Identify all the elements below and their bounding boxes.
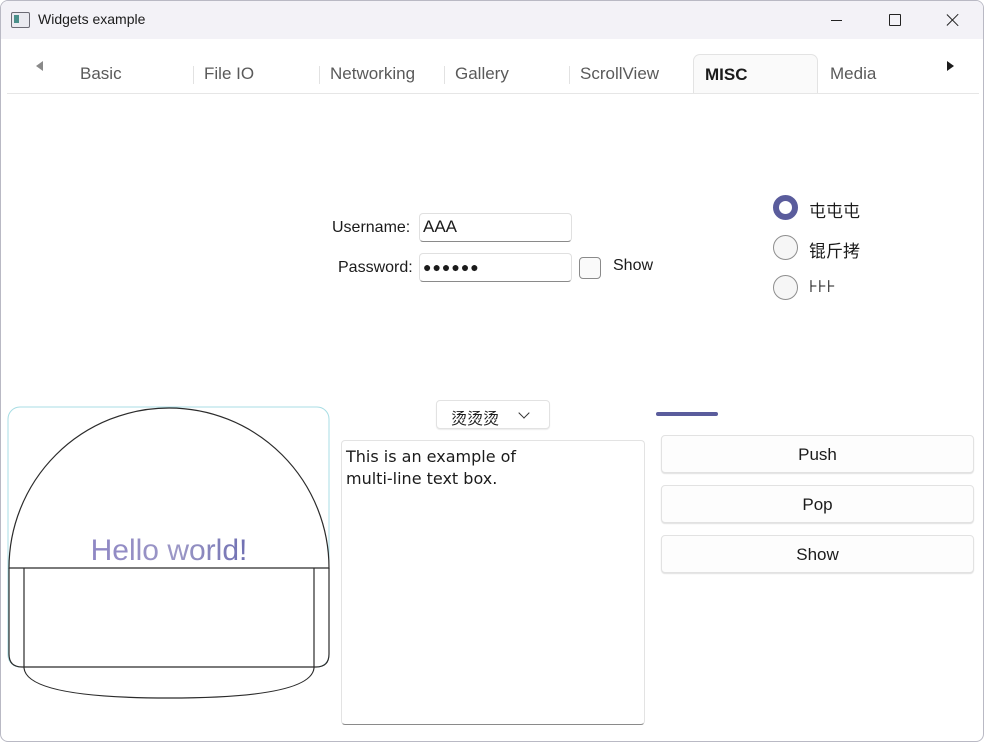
- chevron-down-icon: [518, 407, 530, 419]
- password-label: Password:: [338, 259, 413, 276]
- close-icon: [946, 13, 960, 27]
- app-icon: [11, 12, 30, 28]
- combobox-value: 烫烫烫: [451, 409, 500, 428]
- radio-option-3[interactable]: [773, 275, 798, 300]
- progress-bar: [656, 412, 968, 416]
- password-value: ●●●●●●: [423, 259, 480, 275]
- tab-bar: Basic File IO Networking Gallery ScrollV…: [7, 39, 979, 94]
- progress-fill: [656, 412, 719, 416]
- radio-option-2-label: 锟斤拷: [809, 242, 860, 262]
- tab-basic[interactable]: Basic: [69, 54, 194, 93]
- username-value: AAA: [423, 217, 458, 236]
- canvas-body: [8, 568, 330, 668]
- tab-scroll-right-button[interactable]: [938, 39, 962, 93]
- canvas-inner-body: [23, 568, 315, 699]
- maximize-icon: [889, 14, 901, 26]
- arrow-left-icon: [35, 61, 43, 71]
- multiline-textbox[interactable]: This is an example of multi-line text bo…: [341, 440, 645, 725]
- minimize-icon: [830, 19, 842, 21]
- tab-scrollview[interactable]: ScrollView: [569, 54, 694, 93]
- radio-option-1[interactable]: [773, 195, 798, 220]
- tab-misc[interactable]: MISC: [693, 54, 818, 93]
- tab-networking[interactable]: Networking: [319, 54, 444, 93]
- close-button[interactable]: [924, 1, 982, 39]
- push-button[interactable]: Push: [661, 435, 974, 473]
- show-password-label: Show: [613, 257, 654, 274]
- username-label: Username:: [332, 219, 411, 236]
- tab-file-io[interactable]: File IO: [193, 54, 318, 93]
- radio-option-1-label: 屯屯屯: [809, 202, 860, 222]
- radio-option-3-label: ⊦⊦⊦: [809, 277, 836, 297]
- username-input[interactable]: AAA: [419, 213, 572, 242]
- hello-text: Hello world!: [91, 534, 248, 567]
- show-password-checkbox[interactable]: [579, 257, 601, 279]
- app-window: Widgets example Basic File IO Networking…: [0, 0, 984, 742]
- maximize-button[interactable]: [866, 1, 924, 39]
- tab-scroll-left-button[interactable]: [27, 39, 51, 93]
- window-title: Widgets example: [38, 11, 146, 27]
- minimize-button[interactable]: [807, 1, 865, 39]
- show-button[interactable]: Show: [661, 535, 974, 573]
- arrow-right-icon: [946, 61, 954, 71]
- charset-combobox[interactable]: 烫烫烫: [436, 400, 550, 429]
- password-input[interactable]: ●●●●●●: [419, 253, 572, 282]
- drawing-canvas: Hello world!: [7, 406, 331, 700]
- tab-gallery[interactable]: Gallery: [444, 54, 569, 93]
- title-bar[interactable]: Widgets example: [1, 1, 983, 39]
- canvas-drawing: Hello world!: [7, 406, 330, 699]
- pop-button[interactable]: Pop: [661, 485, 974, 523]
- radio-option-2[interactable]: [773, 235, 798, 260]
- tab-media[interactable]: Media: [819, 54, 944, 93]
